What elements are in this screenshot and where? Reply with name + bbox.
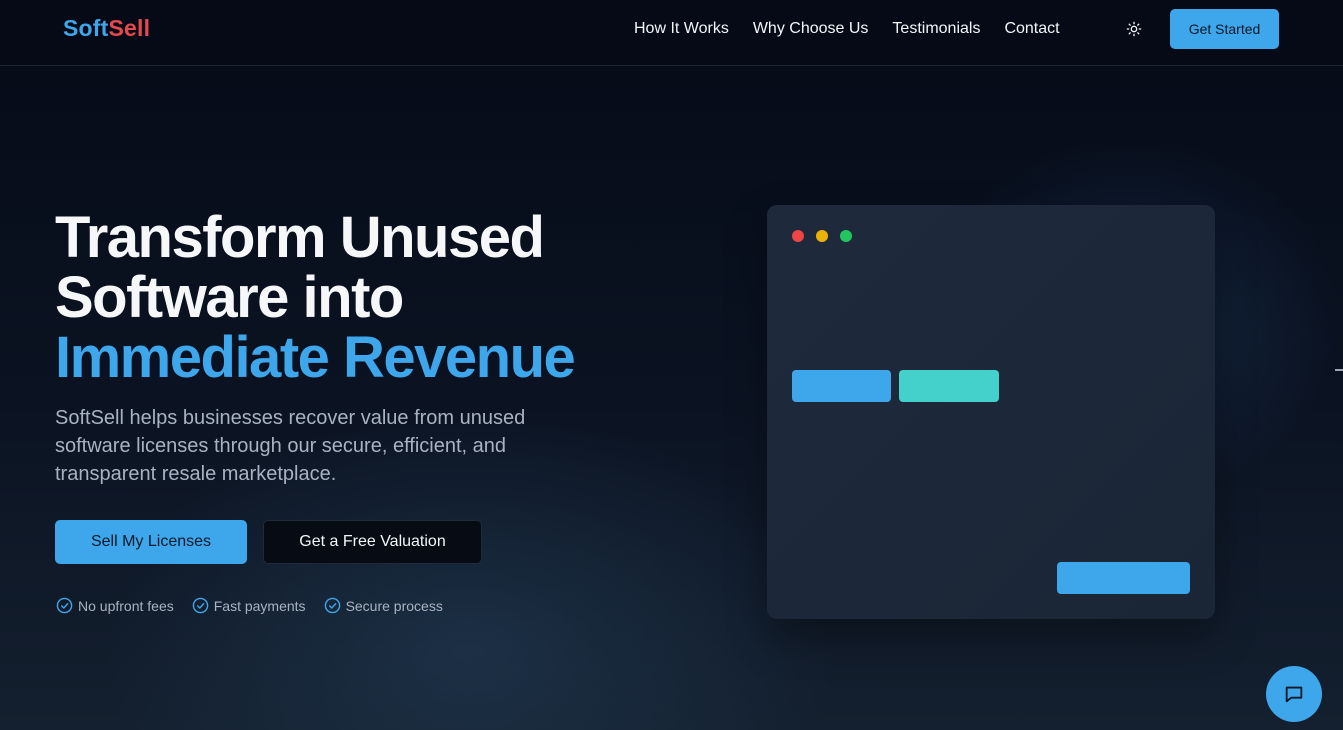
main-nav: How It Works Why Choose Us Testimonials … xyxy=(634,19,1084,39)
scroll-indicator xyxy=(1335,369,1343,371)
theme-toggle-button[interactable] xyxy=(1124,19,1144,39)
window-dot-green xyxy=(840,230,852,242)
sun-icon xyxy=(1126,21,1142,37)
nav-contact[interactable]: Contact xyxy=(1004,19,1059,39)
feature-item: Fast payments xyxy=(192,597,306,614)
window-dot-red xyxy=(792,230,804,242)
hero-title-line-1: Transform Unused xyxy=(55,205,545,270)
hero-title: Transform Unused Software into Immediate… xyxy=(55,208,695,388)
logo[interactable]: SoftSell xyxy=(63,15,150,42)
hero-title-line-2: Software into xyxy=(55,265,404,330)
feature-label: Fast payments xyxy=(213,597,306,614)
hero-subtitle: SoftSell helps businesses recover value … xyxy=(55,407,526,485)
free-valuation-button[interactable]: Get a Free Valuation xyxy=(263,520,482,564)
feature-item: No upfront fees xyxy=(56,597,174,614)
logo-part-soft: Soft xyxy=(63,15,109,41)
feature-label: No upfront fees xyxy=(78,597,174,614)
preview-block-teal xyxy=(899,370,999,402)
check-circle-icon xyxy=(56,597,73,614)
check-circle-icon xyxy=(192,597,209,614)
window-dot-yellow xyxy=(816,230,828,242)
sell-my-licenses-button[interactable]: Sell My Licenses xyxy=(55,520,247,564)
logo-part-sell: Sell xyxy=(108,15,151,41)
nav-testimonials[interactable]: Testimonials xyxy=(892,19,980,39)
nav-how-it-works[interactable]: How It Works xyxy=(634,19,729,39)
feature-label: Secure process xyxy=(345,597,443,614)
get-started-button[interactable]: Get Started xyxy=(1170,9,1279,49)
preview-block-blue xyxy=(792,370,891,402)
chat-button[interactable] xyxy=(1266,666,1322,722)
preview-block-action xyxy=(1057,562,1190,594)
hero-title-accent: Immediate Revenue xyxy=(55,325,576,390)
feature-list: No upfront fees Fast payments Secure pro… xyxy=(56,597,461,614)
feature-item: Secure process xyxy=(324,597,443,614)
check-circle-icon xyxy=(324,597,340,614)
site-header: SoftSell How It Works Why Choose Us Test… xyxy=(0,0,1343,66)
nav-why-choose-us[interactable]: Why Choose Us xyxy=(753,19,869,39)
chat-icon xyxy=(1285,686,1303,703)
app-preview-window xyxy=(767,205,1215,619)
